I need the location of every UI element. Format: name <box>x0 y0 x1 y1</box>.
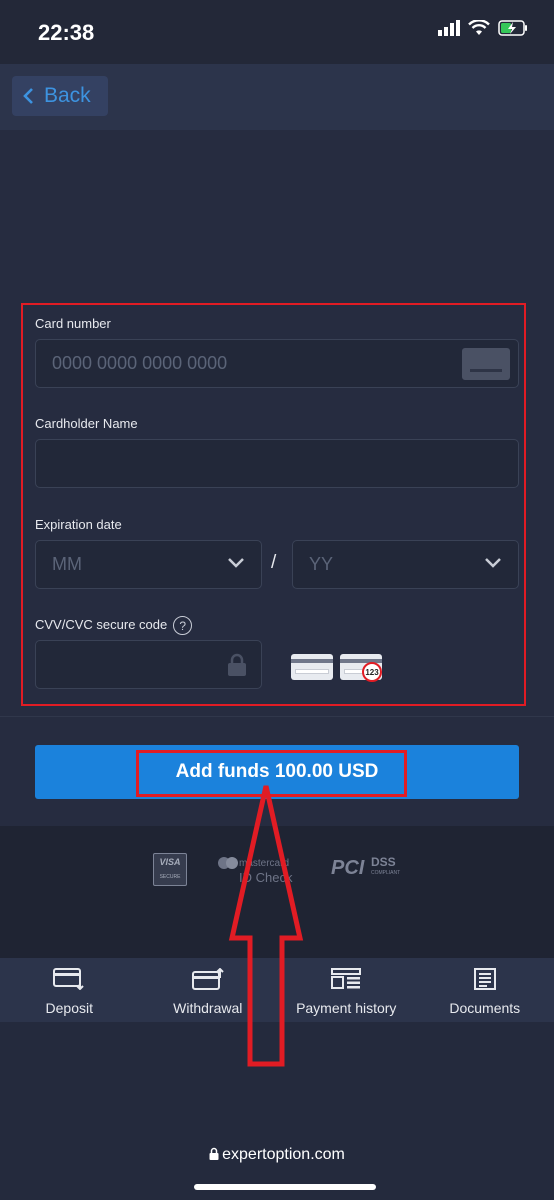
security-logos: VISA SECURE mastercard ID Check PCI DSS … <box>0 826 554 958</box>
cvv-hint-card-front-icon <box>291 654 333 680</box>
tab-withdrawal[interactable]: Withdrawal <box>139 958 278 1022</box>
cardholder-name-input[interactable] <box>35 439 519 488</box>
status-bar: 22:38 <box>0 0 554 64</box>
visa-secure-logo: VISA SECURE <box>153 853 187 886</box>
battery-charging-icon <box>498 20 527 36</box>
lock-icon <box>228 653 246 676</box>
dss-text: DSS <box>371 855 396 869</box>
tab-deposit-label: Deposit <box>45 1000 93 1016</box>
card-number-placeholder: 0000 0000 0000 0000 <box>52 353 228 373</box>
chevron-down-icon <box>228 558 244 568</box>
status-icons <box>438 20 528 36</box>
cvv-input[interactable] <box>35 640 262 689</box>
expiration-year-select[interactable]: YY <box>292 540 519 589</box>
url-bar[interactable]: expertoption.com <box>0 1146 554 1164</box>
tab-deposit[interactable]: Deposit <box>0 958 139 1022</box>
tab-withdrawal-label: Withdrawal <box>173 1000 243 1016</box>
visa-logo-text: VISA <box>159 857 181 867</box>
payment-history-icon <box>331 968 362 989</box>
cvv-label-row: CVV/CVC secure code? <box>35 616 193 635</box>
expiration-date-label: Expiration date <box>35 517 122 532</box>
date-separator: / <box>271 552 277 573</box>
chevron-left-icon <box>23 88 33 104</box>
url-text: expertoption.com <box>222 1146 345 1163</box>
lock-icon <box>209 1147 219 1160</box>
home-indicator[interactable] <box>194 1184 376 1190</box>
withdrawal-card-icon <box>191 968 224 990</box>
divider <box>0 716 554 717</box>
card-icon <box>462 348 510 380</box>
mastercard-text: mastercard <box>239 858 290 869</box>
wifi-icon <box>468 20 490 35</box>
id-check-text: ID Check <box>239 870 293 885</box>
deposit-card-icon <box>53 968 84 990</box>
signal-icon <box>438 20 460 36</box>
mastercard-circles-icon <box>218 857 238 869</box>
tab-payment-history[interactable]: Payment history <box>277 958 416 1022</box>
dss-compliant-text: COMPLIANT <box>371 870 401 876</box>
help-icon[interactable]: ? <box>173 616 193 635</box>
add-funds-label: Add funds 100.00 USD <box>175 761 379 782</box>
bottom-tab-bar: Deposit Withdrawal Payment history Docum… <box>0 958 554 1022</box>
card-number-label: Card number <box>35 316 111 331</box>
top-nav-bar: Back <box>0 64 554 130</box>
documents-icon <box>473 968 496 990</box>
expiration-month-select[interactable]: MM <box>35 540 262 589</box>
pci-text: PCI <box>331 857 365 879</box>
tab-documents-label: Documents <box>449 1000 521 1016</box>
add-funds-button[interactable]: Add funds 100.00 USD <box>35 745 519 799</box>
chevron-down-icon <box>485 558 501 568</box>
year-placeholder: YY <box>309 554 334 574</box>
mastercard-id-check-logo: mastercard ID Check <box>217 856 292 885</box>
footer-area <box>0 1022 554 1200</box>
back-label: Back <box>44 84 91 107</box>
month-placeholder: MM <box>52 554 82 574</box>
cardholder-name-label: Cardholder Name <box>35 416 138 431</box>
visa-secure-text: SECURE <box>159 874 181 880</box>
tab-payment-history-label: Payment history <box>296 1000 397 1016</box>
status-time: 22:38 <box>38 20 95 45</box>
tab-documents[interactable]: Documents <box>416 958 554 1022</box>
card-number-input[interactable]: 0000 0000 0000 0000 <box>35 339 519 388</box>
cvv-example-badge: 123 <box>362 662 382 682</box>
back-button[interactable]: Back <box>12 76 108 116</box>
cvv-label: CVV/CVC secure code <box>35 616 168 632</box>
